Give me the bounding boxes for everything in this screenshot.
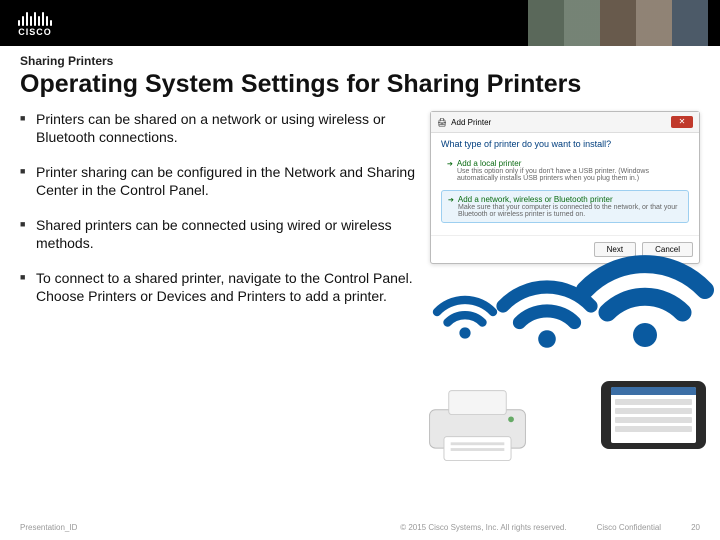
dialog-question: What type of printer do you want to inst… (441, 139, 689, 149)
close-icon[interactable]: ✕ (671, 116, 693, 128)
footer-copyright: © 2015 Cisco Systems, Inc. All rights re… (400, 523, 566, 532)
slide-content: Printers can be shared on a network or u… (0, 103, 720, 449)
tablet-icon (601, 381, 706, 449)
list-item: Shared printers can be connected using w… (20, 217, 420, 252)
option-title: Add a local printer (457, 159, 521, 168)
slide-footer: Presentation_ID © 2015 Cisco Systems, In… (20, 523, 700, 532)
printer-icon: 🖨 (437, 118, 447, 127)
footer-page-number: 20 (691, 523, 700, 532)
slide-header: Sharing Printers Operating System Settin… (0, 46, 720, 103)
arrow-right-icon: ➔ (448, 196, 454, 204)
dialog-titlebar: 🖨 Add Printer ✕ (431, 112, 699, 133)
option-title: Add a network, wireless or Bluetooth pri… (458, 195, 613, 204)
list-item: To connect to a shared printer, navigate… (20, 270, 420, 305)
top-bar: CISCO (0, 0, 720, 46)
cisco-logo: CISCO (18, 10, 52, 37)
option-local-printer[interactable]: ➔ Add a local printer Use this option onl… (441, 155, 689, 186)
slide-kicker: Sharing Printers (20, 54, 700, 68)
bullet-list: Printers can be shared on a network or u… (20, 111, 420, 449)
wifi-icon (430, 284, 500, 340)
logo-bars-icon (18, 10, 52, 26)
arrow-right-icon: ➔ (447, 160, 453, 168)
dialog-title-text: Add Printer (451, 118, 491, 127)
option-desc: Make sure that your computer is connecte… (458, 204, 682, 218)
option-network-printer[interactable]: ➔ Add a network, wireless or Bluetooth pr… (441, 190, 689, 223)
logo-text: CISCO (18, 28, 52, 37)
option-desc: Use this option only if you don't have a… (457, 168, 683, 182)
footer-confidential: Cisco Confidential (597, 523, 661, 532)
dialog-body: What type of printer do you want to inst… (431, 133, 699, 235)
wifi-illustration (430, 274, 700, 449)
list-item: Printer sharing can be configured in the… (20, 164, 420, 199)
list-item: Printers can be shared on a network or u… (20, 111, 420, 146)
header-photo-strip (528, 0, 708, 46)
wifi-icon (570, 230, 720, 350)
slide-title: Operating System Settings for Sharing Pr… (20, 70, 700, 99)
printer-icon (420, 381, 535, 461)
right-column: 🖨 Add Printer ✕ What type of printer do … (430, 111, 700, 449)
footer-presentation-id: Presentation_ID (20, 523, 77, 532)
